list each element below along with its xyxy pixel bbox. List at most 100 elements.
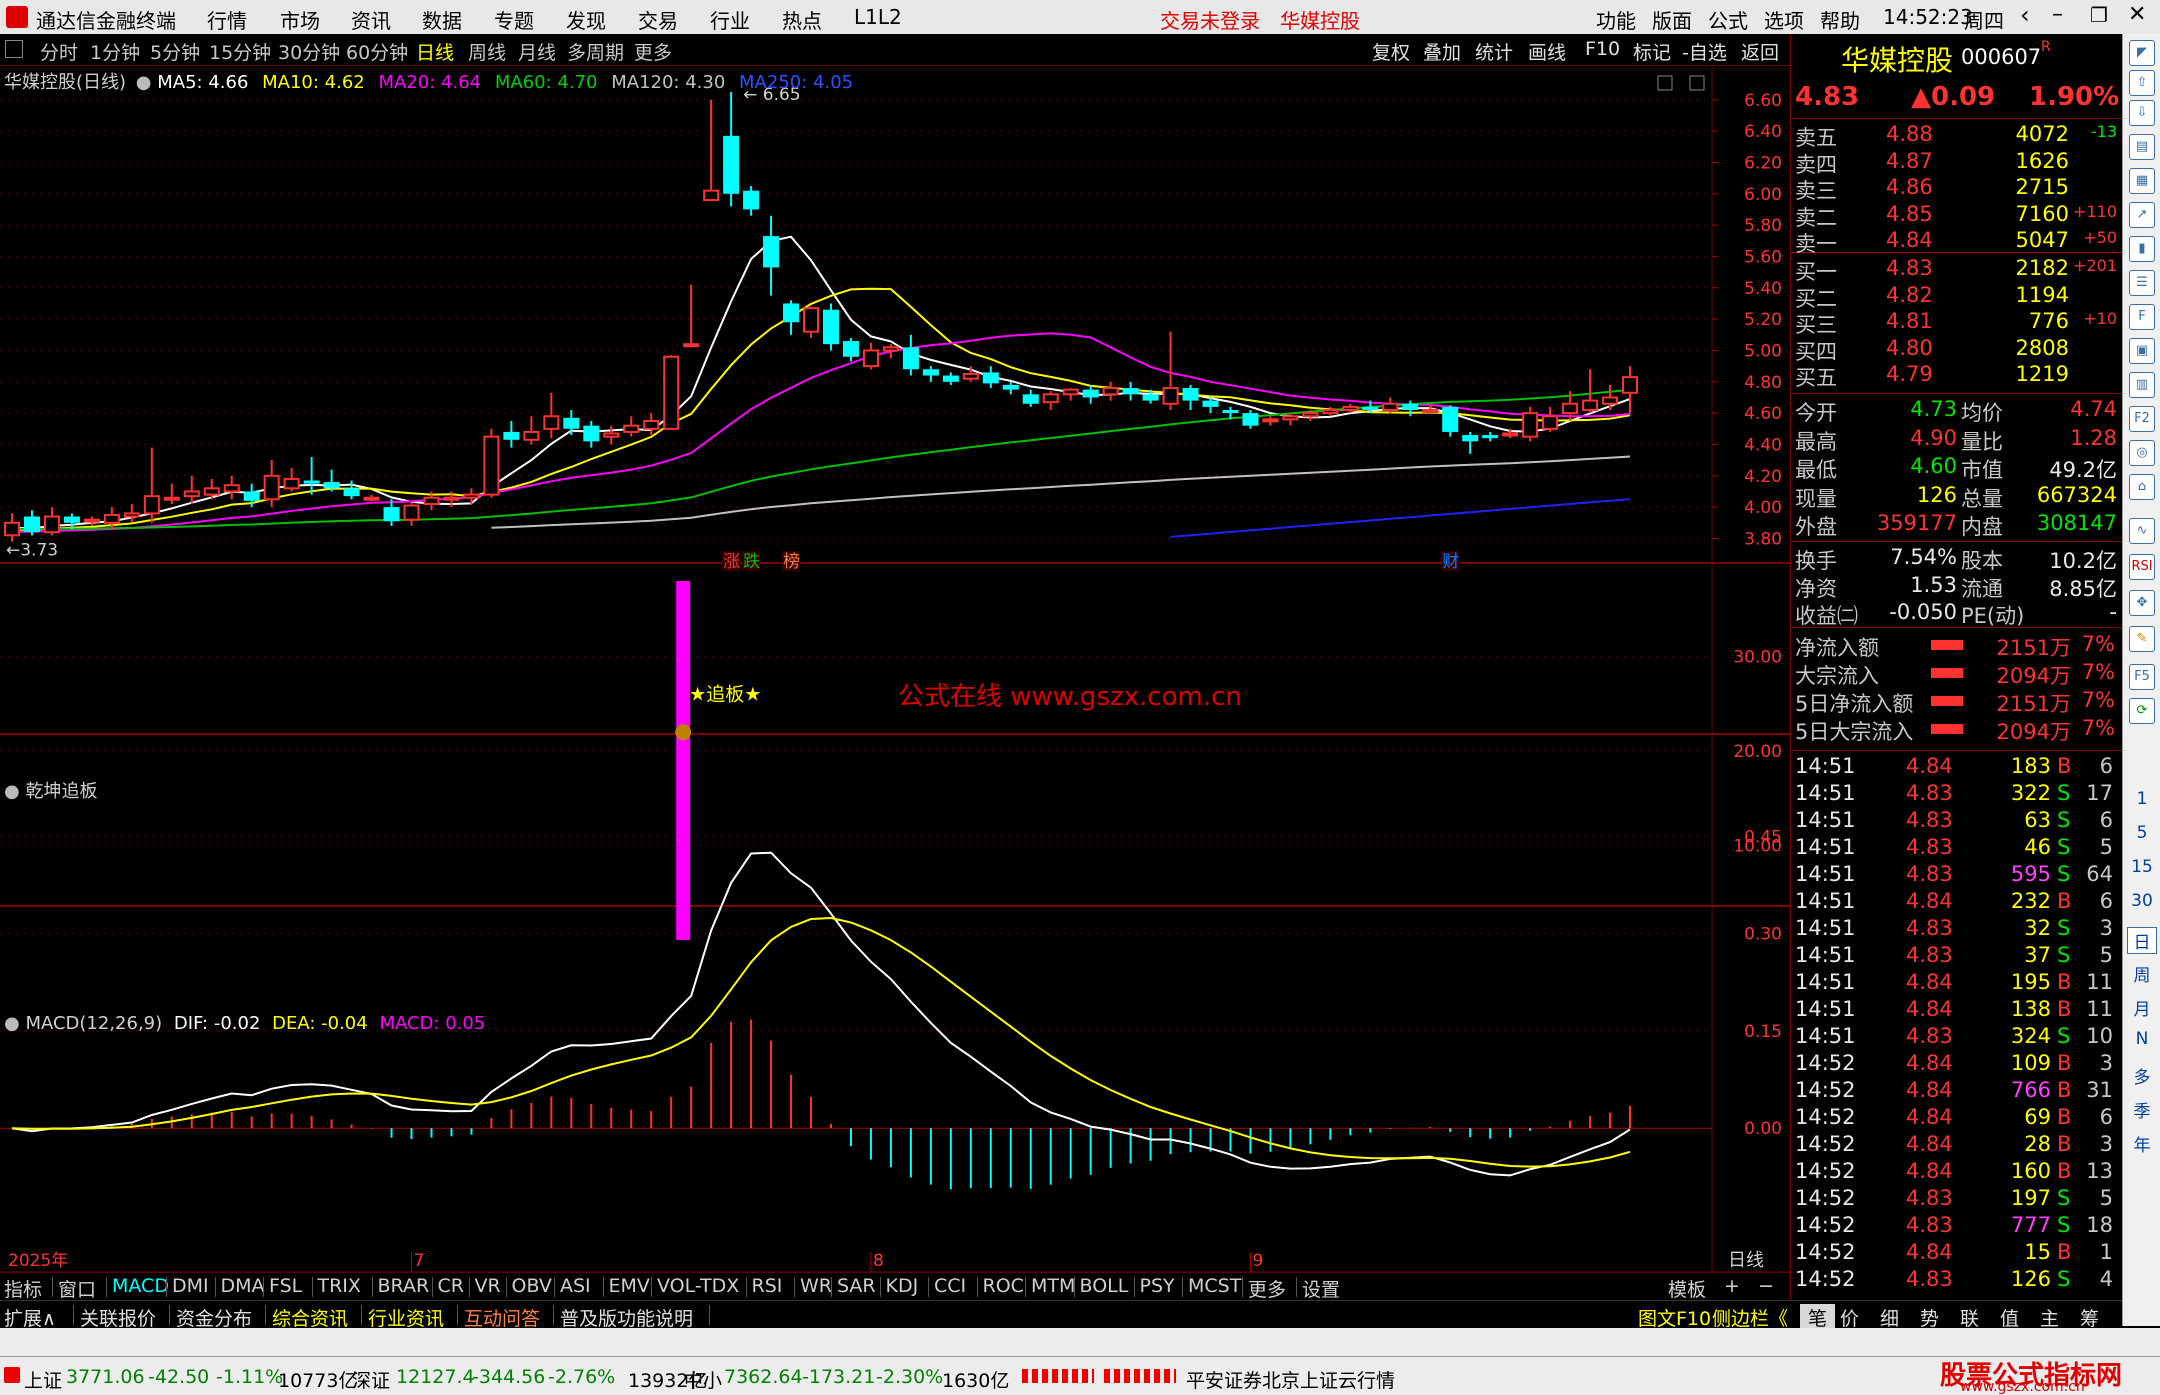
menu-shichang[interactable]: 市场	[280, 5, 320, 34]
menu-hangye[interactable]: 行业	[710, 5, 750, 34]
event-marker[interactable]: 涨	[723, 552, 740, 572]
menu-gongneng[interactable]: 功能	[1596, 5, 1636, 34]
candle[interactable]	[683, 284, 700, 348]
lock-icon[interactable]: ⌂	[2129, 474, 2155, 500]
add-panel-button[interactable]: +	[1724, 1275, 1740, 1297]
indicator-tab[interactable]: 指标	[4, 1275, 42, 1302]
indicator-tab[interactable]: RSI	[752, 1275, 783, 1297]
indicator-tab[interactable]: MTM	[1031, 1275, 1075, 1297]
candle[interactable]	[1442, 405, 1459, 437]
quote-tab[interactable]: 联	[1960, 1304, 1979, 1331]
menu-zixun[interactable]: 资讯	[351, 5, 391, 34]
period-15min[interactable]: 15分钟	[209, 38, 271, 65]
bottom-tab[interactable]: 互动问答	[464, 1304, 540, 1331]
candle[interactable]	[723, 91, 740, 207]
kline-chart[interactable]: ★追板★ 6.60 6.40 6.20 6.00 5.80 5.60 5.40 5.20 5.0…	[0, 66, 1790, 1272]
pen-icon[interactable]: ✎	[2129, 626, 2155, 652]
candle[interactable]	[1382, 397, 1399, 414]
table-icon[interactable]: ▦	[2129, 168, 2155, 194]
menu-jiaoyi[interactable]: 交易	[638, 5, 678, 34]
menu-hangqing[interactable]: 行情	[207, 5, 247, 34]
sh-label[interactable]: 上证	[24, 1366, 62, 1393]
login-status[interactable]: 交易未登录	[1160, 5, 1260, 34]
diamond-icon[interactable]	[1657, 75, 1673, 91]
candle[interactable]	[283, 467, 300, 492]
candle[interactable]	[263, 460, 280, 508]
candle[interactable]	[463, 488, 480, 504]
quote-list-icon[interactable]: ▤	[2129, 134, 2155, 160]
grid-icon[interactable]	[5, 40, 23, 58]
candle[interactable]	[703, 99, 720, 202]
candle[interactable]	[1522, 406, 1539, 442]
period-multi[interactable]: 多周期	[567, 38, 624, 65]
period-more[interactable]: 更多	[634, 38, 672, 65]
tool-biaoji[interactable]: 标记	[1633, 38, 1671, 65]
candle[interactable]	[43, 507, 60, 536]
candle[interactable]	[183, 475, 200, 504]
restore-icon[interactable]: ❐	[2090, 3, 2108, 27]
event-marker[interactable]: 财	[1442, 552, 1459, 572]
indicator-tab[interactable]: SAR	[837, 1275, 876, 1297]
candle[interactable]	[603, 425, 620, 445]
candle[interactable]	[842, 337, 859, 362]
candle[interactable]	[23, 510, 40, 536]
candle[interactable]	[982, 366, 999, 389]
remove-panel-button[interactable]: −	[1758, 1275, 1774, 1297]
indicator-tab[interactable]: DMI	[172, 1275, 209, 1297]
candle[interactable]	[803, 306, 820, 338]
period-multi-btn[interactable]: 多	[2123, 1063, 2160, 1088]
period-year-btn[interactable]: 年	[2123, 1131, 2160, 1156]
candle[interactable]	[1602, 384, 1619, 410]
candle[interactable]	[882, 344, 899, 359]
period-monthly[interactable]: 月线	[518, 38, 556, 65]
candle[interactable]	[1062, 388, 1079, 401]
minimize-icon[interactable]: –	[2052, 2, 2063, 27]
candle[interactable]	[83, 516, 100, 526]
candle[interactable]	[1182, 384, 1199, 410]
menu-gongshi[interactable]: 公式	[1708, 5, 1748, 34]
indicator-tab[interactable]: VR	[475, 1275, 501, 1297]
candle[interactable]	[783, 300, 800, 335]
indicator-tab[interactable]: PSY	[1140, 1275, 1175, 1297]
period-5min[interactable]: 5分钟	[150, 38, 200, 65]
quote-tab[interactable]: 值	[2000, 1304, 2019, 1331]
candle[interactable]	[483, 428, 500, 498]
indicator-tab[interactable]: CCI	[934, 1275, 966, 1297]
signal-bar[interactable]	[676, 581, 691, 940]
candle[interactable]	[363, 494, 380, 501]
candle[interactable]	[523, 416, 540, 445]
candle[interactable]	[743, 185, 760, 216]
indicator-tab[interactable]: DMA	[221, 1275, 265, 1297]
candle[interactable]	[403, 500, 420, 526]
indicator-tab[interactable]: ROC	[983, 1275, 1024, 1297]
wave-icon[interactable]: ∿	[2129, 518, 2155, 544]
period-month-btn[interactable]: 月	[2123, 995, 2160, 1020]
candle[interactable]	[323, 469, 340, 492]
tool-tongji[interactable]: 统计	[1475, 38, 1513, 65]
tool-fuquan[interactable]: 复权	[1372, 38, 1410, 65]
candle[interactable]	[163, 483, 180, 504]
candle[interactable]	[583, 420, 600, 448]
report-icon[interactable]: ▥	[2129, 372, 2155, 398]
candle[interactable]	[343, 480, 360, 500]
server-name[interactable]: 平安证券北京上证云行情	[1186, 1366, 1395, 1393]
candle[interactable]	[1102, 381, 1119, 401]
candle[interactable]	[303, 457, 320, 495]
indicator-tab[interactable]: MCST	[1188, 1275, 1241, 1297]
candle[interactable]	[1262, 416, 1279, 426]
candle[interactable]	[862, 342, 879, 370]
indicator-tab[interactable]: EMV	[609, 1275, 650, 1297]
candle[interactable]	[942, 372, 959, 385]
indicator-tab[interactable]: 窗口	[58, 1275, 96, 1302]
candle[interactable]	[503, 420, 520, 448]
candle[interactable]	[623, 416, 640, 437]
period-60min[interactable]: 60分钟	[346, 38, 408, 65]
period-15-btn[interactable]: 15	[2123, 857, 2160, 877]
candle[interactable]	[663, 355, 680, 430]
bottom-tab[interactable]: 行业资讯	[368, 1304, 444, 1331]
indicator-tab[interactable]: OBV	[512, 1275, 552, 1297]
menu-zhuanti[interactable]: 专题	[494, 5, 534, 34]
bottom-tab[interactable]: 资金分布	[176, 1304, 252, 1331]
quote-tab[interactable]: 笔	[1800, 1304, 1836, 1331]
arrow-up-icon[interactable]: ⇧	[2129, 70, 2155, 96]
